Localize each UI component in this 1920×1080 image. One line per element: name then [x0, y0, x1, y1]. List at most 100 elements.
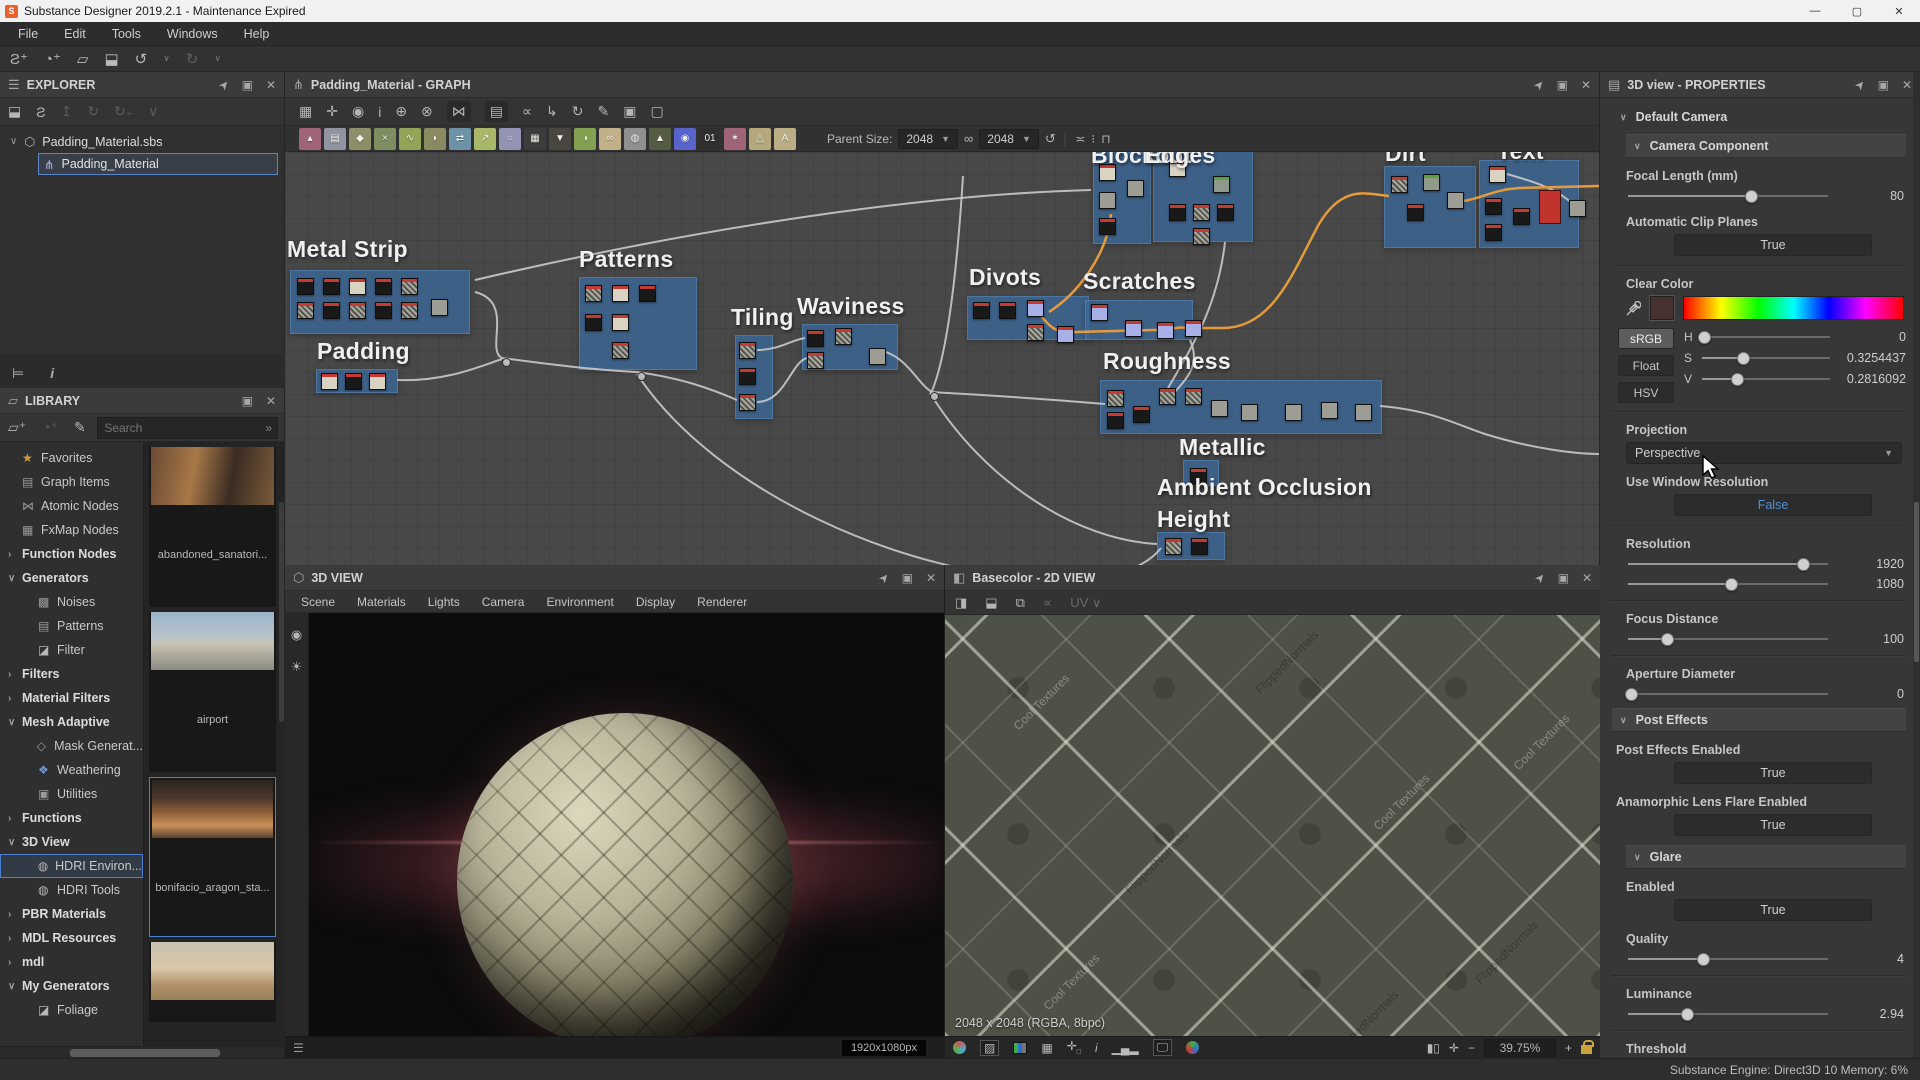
focal-length-value[interactable]: 80	[1838, 189, 1904, 203]
graph-node[interactable]	[1485, 224, 1502, 241]
glare-enabled-toggle[interactable]: True	[1674, 899, 1872, 921]
link-mode-icon[interactable]: ∝	[522, 103, 532, 120]
graph-node[interactable]	[1407, 204, 1424, 221]
float-icon[interactable]: ▣	[242, 78, 253, 92]
3d-viewport[interactable]	[309, 613, 944, 1036]
expand-icon[interactable]: ›	[8, 693, 22, 704]
library-item-3d-view[interactable]: ∨ 3D View	[0, 830, 143, 854]
graph-node[interactable]	[401, 278, 418, 295]
graph-node[interactable]	[1027, 300, 1044, 317]
close-icon[interactable]: ✕	[1581, 78, 1591, 92]
edit-icon[interactable]: ✎	[598, 103, 610, 120]
graph-node[interactable]	[1489, 166, 1506, 183]
graph-node[interactable]	[1027, 324, 1044, 341]
graph-node[interactable]	[612, 314, 629, 331]
parent-size-width-select[interactable]: 2048 ▼	[898, 128, 958, 149]
minimize-button[interactable]: —	[1794, 0, 1836, 22]
uv-mode-select[interactable]: UV ∨	[1070, 595, 1101, 611]
channels-icon[interactable]	[1013, 1041, 1028, 1054]
undo-icon[interactable]: ↺	[135, 50, 148, 68]
graph-node[interactable]	[1569, 200, 1586, 217]
graph-row-selected[interactable]: ⋔ Padding_Material	[38, 153, 278, 175]
package-row[interactable]: ∨ ⬡ Padding_Material.sbs	[0, 126, 284, 153]
filmstrip-icon[interactable]: ▮▯	[1427, 1041, 1440, 1055]
graph-node[interactable]	[1157, 322, 1174, 339]
3d-menu-camera[interactable]: Camera	[472, 593, 535, 611]
zoom-out-icon[interactable]: −	[1468, 1041, 1475, 1055]
expand-icon[interactable]: ›	[8, 933, 22, 944]
graph-node[interactable]	[1447, 192, 1464, 209]
substance-link-icon[interactable]: Ƨ	[36, 104, 45, 120]
graph-node[interactable]	[401, 302, 418, 319]
node-button-0[interactable]: ▴	[299, 127, 321, 150]
2d-texture-canvas[interactable]: 2048 x 2048 (RGBA, 8bpc) Cool Textures Fl…	[945, 615, 1600, 1036]
library-item-function-nodes[interactable]: › Function Nodes	[0, 542, 143, 566]
menu-windows[interactable]: Windows	[155, 24, 230, 44]
graph-node[interactable]	[1355, 404, 1372, 421]
unlink-icon[interactable]: ⊗	[421, 103, 433, 120]
relink-icon[interactable]: ↻	[572, 103, 584, 120]
close-icon[interactable]: ✕	[266, 78, 276, 92]
graph-node[interactable]	[612, 342, 629, 359]
reload-all-icon[interactable]: ↻₊	[114, 103, 133, 120]
node-button-18[interactable]: △	[749, 127, 771, 150]
library-item-generators[interactable]: ∨ Generators	[0, 566, 143, 590]
align-vertical-icon[interactable]: ⁝	[1091, 132, 1095, 146]
node-button-14[interactable]: ▲	[649, 127, 671, 150]
graph-node[interactable]	[739, 342, 756, 359]
graph-canvas[interactable]: Metal Strip Padding Patterns Tiling Waviness…	[285, 152, 1599, 565]
graph-node[interactable]	[1193, 228, 1210, 245]
close-button[interactable]: ✕	[1878, 0, 1920, 22]
maximize-button[interactable]: ▢	[1836, 0, 1878, 22]
luminance-slider[interactable]: 2.94	[1628, 1006, 1904, 1022]
tile-grid-icon[interactable]: ▦	[1041, 1041, 1052, 1055]
library-item-material-filters[interactable]: › Material Filters	[0, 686, 143, 710]
histogram-icon[interactable]: ▁▄▂	[1112, 1041, 1139, 1055]
use-window-resolution-toggle[interactable]: False	[1674, 494, 1872, 516]
graph-node[interactable]	[1423, 174, 1440, 191]
resolution-height-slider[interactable]: 1080	[1628, 576, 1904, 592]
focal-length-slider[interactable]: 80	[1628, 188, 1904, 204]
graph-node[interactable]	[349, 278, 366, 295]
graph-node[interactable]	[321, 373, 338, 390]
hsv-mode-button[interactable]: HSV	[1618, 382, 1674, 403]
automatic-clip-planes-toggle[interactable]: True	[1674, 234, 1872, 256]
library-item-atomic-nodes[interactable]: ⋈ Atomic Nodes	[0, 494, 143, 518]
node-button-9[interactable]: ▦	[524, 127, 546, 150]
save-image-icon[interactable]: ⬓	[985, 595, 997, 611]
library-hscrollbar[interactable]	[0, 1046, 284, 1058]
saturation-value[interactable]: 0.3254437	[1836, 351, 1906, 365]
frame-icon[interactable]: ▦	[299, 103, 312, 120]
expand-icon[interactable]: ∨	[8, 573, 22, 584]
3d-menu-environment[interactable]: Environment	[536, 593, 623, 611]
node-button-5[interactable]: ◗	[424, 127, 446, 150]
dropdown-icon[interactable]: ∨	[148, 103, 158, 120]
close-icon[interactable]: ✕	[1902, 78, 1912, 92]
pin-icon[interactable]: ➤	[1851, 76, 1868, 93]
graph-node[interactable]	[323, 302, 340, 319]
expand-icon[interactable]: ∨	[8, 837, 22, 848]
3d-menu-renderer[interactable]: Renderer	[687, 593, 757, 611]
node-button-1[interactable]: ▤	[324, 127, 346, 150]
compare-icon[interactable]: ◨	[955, 595, 967, 611]
graph-node[interactable]	[1321, 402, 1338, 419]
expand-icon[interactable]: ›	[8, 669, 22, 680]
close-icon[interactable]: ✕	[266, 394, 276, 408]
graph-node[interactable]	[369, 373, 386, 390]
move-icon[interactable]: ✛	[326, 103, 338, 120]
section-glare[interactable]: ∨ Glare	[1626, 845, 1906, 869]
elbow-link-icon[interactable]: ↳	[546, 103, 558, 120]
new-substance-icon[interactable]: Ƨ⁺	[10, 50, 28, 68]
graph-node[interactable]	[835, 328, 852, 345]
3d-menu-lights[interactable]: Lights	[418, 593, 470, 611]
float-icon[interactable]: ▣	[902, 571, 913, 585]
hue-gradient-bar[interactable]	[1683, 296, 1904, 320]
link-output-icon[interactable]: ∝	[1043, 595, 1052, 611]
graph-node[interactable]	[1485, 198, 1502, 215]
graph-node[interactable]	[1169, 204, 1186, 221]
pan-icon[interactable]: ✛	[1449, 1041, 1459, 1055]
dependencies-icon[interactable]: ⊨	[12, 365, 24, 382]
search-options-icon[interactable]: »	[265, 421, 277, 435]
graph-node[interactable]	[323, 278, 340, 295]
value-value[interactable]: 0.2816092	[1836, 372, 1906, 386]
